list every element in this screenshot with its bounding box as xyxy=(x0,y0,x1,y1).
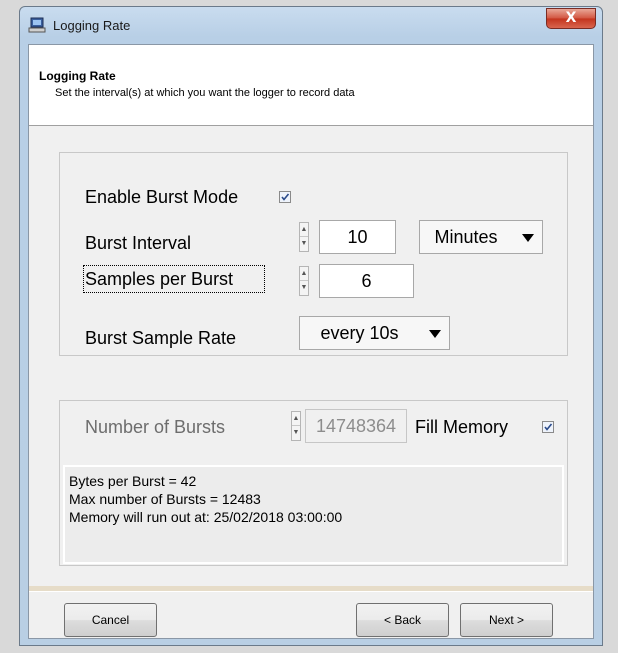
max-bursts-text: Max number of Bursts = 12483 xyxy=(69,491,261,507)
spin-down-icon[interactable]: ▼ xyxy=(300,237,308,251)
checkmark-icon xyxy=(281,193,290,201)
enable-burst-mode-checkbox[interactable] xyxy=(279,191,291,203)
burst-interval-unit-select[interactable]: Minutes xyxy=(419,220,543,254)
spin-down-icon: ▼ xyxy=(292,429,300,436)
chevron-down-icon xyxy=(522,234,534,242)
memory-info-panel: Bytes per Burst = 42 Max number of Burst… xyxy=(63,465,564,564)
fill-memory-checkbox[interactable] xyxy=(542,421,554,433)
burst-interval-label: Burst Interval xyxy=(85,233,192,253)
cancel-button[interactable]: Cancel xyxy=(64,603,157,637)
spin-up-icon[interactable]: ▲ xyxy=(300,223,308,237)
burst-interval-unit-value: Minutes xyxy=(434,227,498,247)
checkmark-icon xyxy=(544,423,553,431)
samples-per-burst-spinner[interactable]: ▲ ▼ xyxy=(299,266,309,296)
chevron-down-icon xyxy=(429,330,441,338)
spin-up-icon[interactable]: ▲ xyxy=(300,267,308,281)
title-bar[interactable]: Logging Rate X xyxy=(20,7,602,43)
burst-interval-spinner[interactable]: ▲ ▼ xyxy=(299,222,309,252)
close-button[interactable]: X xyxy=(546,8,596,29)
next-button[interactable]: Next > xyxy=(460,603,553,637)
header-title: Logging Rate xyxy=(39,69,116,83)
number-of-bursts-input: 14748364 xyxy=(305,409,407,443)
dialog-client-area: Logging Rate Set the interval(s) at whic… xyxy=(28,44,594,639)
memory-runout-text: Memory will run out at: 25/02/2018 03:00… xyxy=(69,509,343,525)
bytes-per-burst-text: Bytes per Burst = 42 xyxy=(69,473,197,489)
dialog-window: Logging Rate X Logging Rate Set the inte… xyxy=(19,6,603,646)
window-title: Logging Rate xyxy=(53,18,131,33)
logger-computer-icon xyxy=(28,17,46,33)
burst-sample-rate-value: every 10s xyxy=(320,323,399,343)
burst-interval-input[interactable]: 10 xyxy=(319,220,396,254)
spin-down-icon[interactable]: ▼ xyxy=(300,281,308,295)
fill-memory-label: Fill Memory xyxy=(415,417,508,437)
wizard-header: Logging Rate Set the interval(s) at whic… xyxy=(29,45,593,126)
burst-sample-rate-select[interactable]: every 10s xyxy=(299,316,450,350)
header-subtitle: Set the interval(s) at which you want th… xyxy=(55,87,355,99)
number-of-bursts-label: Number of Bursts xyxy=(85,417,226,437)
number-of-bursts-spinner: ▲ ▼ xyxy=(291,411,301,441)
burst-sample-rate-label: Burst Sample Rate xyxy=(85,328,237,348)
spin-up-icon: ▲ xyxy=(292,412,300,426)
samples-per-burst-input[interactable]: 6 xyxy=(319,264,414,298)
enable-burst-mode-label: Enable Burst Mode xyxy=(85,187,239,207)
close-icon: X xyxy=(565,10,577,26)
footer-separator xyxy=(29,591,593,592)
samples-per-burst-label: Samples per Burst xyxy=(85,269,234,289)
back-button[interactable]: < Back xyxy=(356,603,449,637)
